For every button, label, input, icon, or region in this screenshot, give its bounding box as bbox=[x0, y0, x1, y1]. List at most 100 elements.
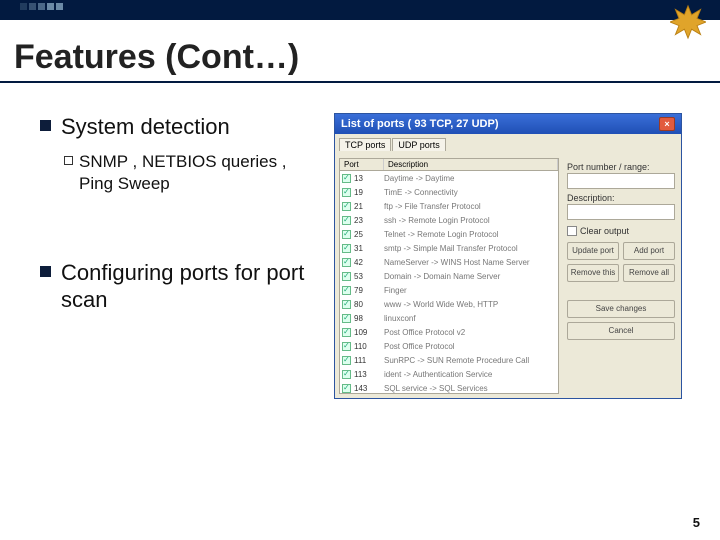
description-input[interactable] bbox=[567, 204, 675, 220]
port-row[interactable]: 13Daytime -> Daytime bbox=[340, 171, 558, 185]
page-number: 5 bbox=[693, 515, 700, 530]
row-port: 53 bbox=[354, 272, 384, 281]
row-desc: www -> World Wide Web, HTTP bbox=[384, 300, 556, 309]
starburst-logo bbox=[670, 4, 706, 40]
checkbox-icon bbox=[567, 226, 577, 236]
bullet-1: System detection bbox=[61, 113, 230, 141]
label-port-number: Port number / range: bbox=[567, 162, 675, 172]
port-row[interactable]: 98linuxconf bbox=[340, 311, 558, 325]
row-checkbox-icon[interactable] bbox=[342, 258, 351, 267]
row-checkbox-icon[interactable] bbox=[342, 300, 351, 309]
row-port: 25 bbox=[354, 230, 384, 239]
port-listview[interactable]: Port Description 13Daytime -> Daytime19T… bbox=[339, 158, 559, 394]
port-row[interactable]: 19TimE -> Connectivity bbox=[340, 185, 558, 199]
save-changes-button[interactable]: Save changes bbox=[567, 300, 675, 318]
bullet-1-sub: SNMP , NETBIOS queries , Ping Sweep bbox=[79, 151, 320, 195]
decorative-squares bbox=[20, 3, 63, 10]
row-checkbox-icon[interactable] bbox=[342, 356, 351, 365]
tab-udp-ports[interactable]: UDP ports bbox=[392, 138, 445, 151]
row-desc: Telnet -> Remote Login Protocol bbox=[384, 230, 556, 239]
row-checkbox-icon[interactable] bbox=[342, 174, 351, 183]
row-port: 98 bbox=[354, 314, 384, 323]
list-header: Port Description bbox=[340, 159, 558, 171]
row-desc: NameServer -> WINS Host Name Server bbox=[384, 258, 556, 267]
row-checkbox-icon[interactable] bbox=[342, 216, 351, 225]
remove-all-button[interactable]: Remove all bbox=[623, 264, 675, 282]
row-checkbox-icon[interactable] bbox=[342, 244, 351, 253]
dialog-side-panel: Port number / range: Description: Clear … bbox=[565, 158, 677, 394]
dialog-title-text: List of ports ( 93 TCP, 27 UDP) bbox=[341, 118, 499, 130]
dialog-titlebar: List of ports ( 93 TCP, 27 UDP) × bbox=[335, 114, 681, 134]
row-port: 110 bbox=[354, 342, 384, 351]
slide-title: Features (Cont…) bbox=[14, 38, 720, 77]
port-row[interactable]: 143SQL service -> SQL Services bbox=[340, 381, 558, 394]
port-row[interactable]: 53Domain -> Domain Name Server bbox=[340, 269, 558, 283]
port-row[interactable]: 23ssh -> Remote Login Protocol bbox=[340, 213, 558, 227]
row-desc: Post Office Protocol v2 bbox=[384, 328, 556, 337]
row-port: 79 bbox=[354, 286, 384, 295]
row-checkbox-icon[interactable] bbox=[342, 314, 351, 323]
row-port: 31 bbox=[354, 244, 384, 253]
close-icon[interactable]: × bbox=[659, 117, 675, 131]
bullet-column: System detection SNMP , NETBIOS queries … bbox=[40, 113, 320, 399]
add-port-button[interactable]: Add port bbox=[623, 242, 675, 260]
row-desc: ssh -> Remote Login Protocol bbox=[384, 216, 556, 225]
port-row[interactable]: 25Telnet -> Remote Login Protocol bbox=[340, 227, 558, 241]
port-row[interactable]: 79Finger bbox=[340, 283, 558, 297]
row-checkbox-icon[interactable] bbox=[342, 328, 351, 337]
bullet-2: Configuring ports for port scan bbox=[61, 259, 320, 314]
remove-this-button[interactable]: Remove this bbox=[567, 264, 619, 282]
sub-bullet-square-icon bbox=[64, 156, 73, 165]
port-row[interactable]: 80www -> World Wide Web, HTTP bbox=[340, 297, 558, 311]
port-row[interactable]: 113ident -> Authentication Service bbox=[340, 367, 558, 381]
col-desc: Description bbox=[384, 159, 558, 170]
update-port-button[interactable]: Update port bbox=[567, 242, 619, 260]
row-port: 80 bbox=[354, 300, 384, 309]
row-desc: SunRPC -> SUN Remote Procedure Call bbox=[384, 356, 556, 365]
bullet-square-icon bbox=[40, 120, 51, 131]
row-desc: Finger bbox=[384, 286, 556, 295]
row-desc: Daytime -> Daytime bbox=[384, 174, 556, 183]
port-row[interactable]: 110Post Office Protocol bbox=[340, 339, 558, 353]
row-checkbox-icon[interactable] bbox=[342, 342, 351, 351]
row-checkbox-icon[interactable] bbox=[342, 384, 351, 393]
row-desc: ident -> Authentication Service bbox=[384, 370, 556, 379]
port-row[interactable]: 31smtp -> Simple Mail Transfer Protocol bbox=[340, 241, 558, 255]
row-port: 111 bbox=[354, 356, 384, 365]
ports-dialog: List of ports ( 93 TCP, 27 UDP) × TCP po… bbox=[334, 113, 682, 399]
row-checkbox-icon[interactable] bbox=[342, 230, 351, 239]
row-port: 42 bbox=[354, 258, 384, 267]
port-row[interactable]: 109Post Office Protocol v2 bbox=[340, 325, 558, 339]
row-port: 23 bbox=[354, 216, 384, 225]
port-row[interactable]: 42NameServer -> WINS Host Name Server bbox=[340, 255, 558, 269]
col-port: Port bbox=[340, 159, 384, 170]
row-desc: ftp -> File Transfer Protocol bbox=[384, 202, 556, 211]
port-number-input[interactable] bbox=[567, 173, 675, 189]
row-port: 19 bbox=[354, 188, 384, 197]
row-checkbox-icon[interactable] bbox=[342, 286, 351, 295]
row-desc: Domain -> Domain Name Server bbox=[384, 272, 556, 281]
row-desc: TimE -> Connectivity bbox=[384, 188, 556, 197]
clear-output-checkbox[interactable]: Clear output bbox=[567, 226, 675, 236]
row-desc: linuxconf bbox=[384, 314, 556, 323]
cancel-button[interactable]: Cancel bbox=[567, 322, 675, 340]
row-checkbox-icon[interactable] bbox=[342, 370, 351, 379]
row-port: 143 bbox=[354, 384, 384, 393]
clear-output-label: Clear output bbox=[580, 226, 629, 236]
row-desc: SQL service -> SQL Services bbox=[384, 384, 556, 393]
row-port: 109 bbox=[354, 328, 384, 337]
row-port: 113 bbox=[354, 370, 384, 379]
row-checkbox-icon[interactable] bbox=[342, 202, 351, 211]
row-checkbox-icon[interactable] bbox=[342, 188, 351, 197]
bullet-square-icon bbox=[40, 266, 51, 277]
tab-tcp-ports[interactable]: TCP ports bbox=[339, 138, 391, 151]
port-row[interactable]: 111SunRPC -> SUN Remote Procedure Call bbox=[340, 353, 558, 367]
row-desc: smtp -> Simple Mail Transfer Protocol bbox=[384, 244, 556, 253]
row-checkbox-icon[interactable] bbox=[342, 272, 351, 281]
label-description: Description: bbox=[567, 193, 675, 203]
row-port: 21 bbox=[354, 202, 384, 211]
slide-top-bar bbox=[0, 0, 720, 20]
row-port: 13 bbox=[354, 174, 384, 183]
port-row[interactable]: 21ftp -> File Transfer Protocol bbox=[340, 199, 558, 213]
row-desc: Post Office Protocol bbox=[384, 342, 556, 351]
